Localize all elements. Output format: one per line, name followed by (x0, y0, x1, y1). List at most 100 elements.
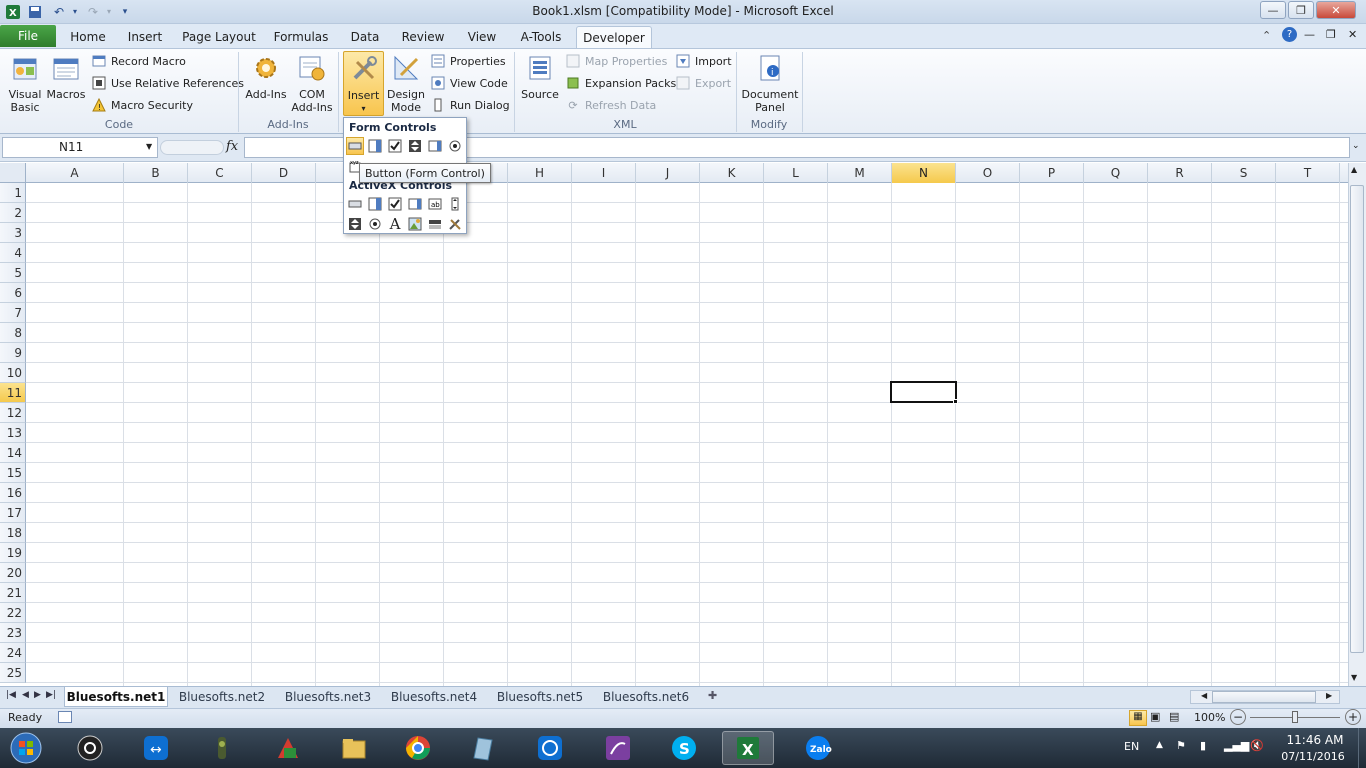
column-header[interactable]: L (764, 163, 828, 183)
flag-icon[interactable]: ⚑ (1176, 739, 1186, 752)
run-dialog-button[interactable]: Run Dialog (430, 96, 510, 114)
sheet-tab[interactable]: Bluesofts.net4 (386, 687, 482, 707)
help-icon[interactable]: ? (1282, 27, 1297, 42)
excel-taskbar-icon[interactable]: X (722, 731, 774, 765)
start-button[interactable] (4, 730, 48, 766)
column-header[interactable]: B (124, 163, 188, 183)
scroll-right-icon[interactable]: ▶ (1326, 691, 1332, 700)
row-header[interactable]: 8 (0, 323, 26, 343)
formula-bar-splitter[interactable] (160, 140, 224, 155)
next-sheet-icon[interactable]: ▶ (34, 690, 41, 700)
insert-worksheet-icon[interactable]: ✚ (708, 689, 726, 705)
column-header[interactable]: P (1020, 163, 1084, 183)
tab-formulas[interactable]: Formulas (270, 26, 332, 48)
zalo-icon[interactable]: Zalo (792, 731, 844, 765)
activex-image-icon[interactable] (406, 215, 424, 233)
row-header[interactable]: 14 (0, 443, 26, 463)
column-header[interactable]: K (700, 163, 764, 183)
language-indicator[interactable]: EN (1124, 740, 1139, 753)
row-header[interactable]: 23 (0, 623, 26, 643)
zoom-level[interactable]: 100% (1194, 711, 1225, 724)
row-header[interactable]: 1 (0, 183, 26, 203)
tab-view[interactable]: View (462, 26, 502, 48)
add-ins-button[interactable]: Add-Ins (244, 52, 288, 101)
activex-combo-box-icon[interactable] (366, 195, 384, 213)
sheet-tab[interactable]: Bluesofts.net2 (174, 687, 270, 707)
name-box-dropdown-icon[interactable]: ▼ (146, 142, 152, 151)
column-header[interactable]: N (892, 163, 956, 183)
winrar-icon[interactable] (262, 731, 314, 765)
design-mode-button[interactable]: Design Mode (386, 52, 426, 114)
tray-expand-icon[interactable]: ▲ (1156, 740, 1163, 750)
activex-option-button-icon[interactable] (366, 215, 384, 233)
select-all-button[interactable] (0, 163, 26, 183)
column-header[interactable]: I (572, 163, 636, 183)
doc-restore-button[interactable]: ❐ (1326, 28, 1336, 41)
zoom-out-button[interactable]: − (1230, 709, 1246, 725)
doc-minimize-button[interactable]: — (1304, 28, 1315, 41)
clock-date[interactable]: 07/11/2016 (1276, 750, 1350, 763)
row-header[interactable]: 6 (0, 283, 26, 303)
column-header[interactable]: C (188, 163, 252, 183)
column-header[interactable]: D (252, 163, 316, 183)
page-break-view-icon[interactable]: ▤ (1169, 710, 1179, 723)
column-header[interactable]: T (1276, 163, 1340, 183)
active-cell[interactable] (890, 381, 957, 403)
tab-data[interactable]: Data (346, 26, 384, 48)
export-button[interactable]: Export (675, 74, 731, 92)
onenote-icon[interactable] (592, 731, 644, 765)
column-header[interactable]: J (636, 163, 700, 183)
row-header[interactable]: 12 (0, 403, 26, 423)
row-header[interactable]: 5 (0, 263, 26, 283)
row-header[interactable]: 10 (0, 363, 26, 383)
record-macro-button[interactable]: Record Macro (91, 52, 186, 70)
network-icon[interactable]: ▂▄▆ (1224, 739, 1249, 752)
horizontal-scroll-thumb[interactable] (1212, 691, 1316, 703)
import-button[interactable]: Import (675, 52, 732, 70)
activex-toggle-button-icon[interactable] (426, 215, 444, 233)
show-desktop-button[interactable] (1358, 728, 1366, 768)
column-header[interactable]: A (26, 163, 124, 183)
row-header[interactable]: 15 (0, 463, 26, 483)
macro-record-icon[interactable] (58, 711, 72, 723)
refresh-data-button[interactable]: ⟳ Refresh Data (565, 96, 656, 114)
cell-grid[interactable] (26, 183, 1348, 686)
sheet-tab[interactable]: Bluesofts.net5 (492, 687, 588, 707)
row-header[interactable]: 11 (0, 383, 26, 403)
tab-developer[interactable]: Developer (576, 26, 652, 48)
use-relative-references-button[interactable]: Use Relative References (91, 74, 244, 92)
row-header[interactable]: 17 (0, 503, 26, 523)
row-header[interactable]: 7 (0, 303, 26, 323)
tab-page-layout[interactable]: Page Layout (182, 26, 256, 48)
scroll-up-icon[interactable]: ▲ (1351, 165, 1357, 174)
row-header[interactable]: 25 (0, 663, 26, 683)
doc-close-button[interactable]: ✕ (1348, 28, 1357, 41)
row-header[interactable]: 19 (0, 543, 26, 563)
activex-text-box-icon[interactable]: ab (426, 195, 444, 213)
com-add-ins-button[interactable]: COM Add-Ins (290, 52, 334, 114)
combo-box-icon[interactable] (366, 137, 384, 155)
vertical-scroll-thumb[interactable] (1350, 185, 1364, 653)
row-header[interactable]: 4 (0, 243, 26, 263)
more-controls-icon[interactable] (446, 215, 464, 233)
power-icon[interactable]: ▮ (1200, 739, 1206, 752)
activex-spin-button-icon[interactable] (346, 215, 364, 233)
zoom-in-button[interactable]: + (1345, 709, 1361, 725)
obs-icon[interactable] (64, 731, 116, 765)
map-properties-button[interactable]: Map Properties (565, 52, 667, 70)
option-button-icon[interactable] (446, 137, 464, 155)
name-box[interactable]: N11 (2, 137, 158, 158)
tab-insert[interactable]: Insert (122, 26, 168, 48)
chrome-icon[interactable] (392, 731, 444, 765)
spin-button-icon[interactable] (406, 137, 424, 155)
insert-function-icon[interactable]: fx (226, 139, 238, 154)
row-header[interactable]: 20 (0, 563, 26, 583)
page-layout-view-icon[interactable]: ▣ (1150, 710, 1160, 723)
view-code-button[interactable]: View Code (430, 74, 508, 92)
column-header[interactable]: M (828, 163, 892, 183)
macro-security-button[interactable]: ! Macro Security (91, 96, 193, 114)
activex-label-icon[interactable]: A (386, 215, 404, 233)
audio-app-icon[interactable] (196, 731, 248, 765)
tab-a-tools[interactable]: A-Tools (514, 26, 568, 48)
tab-home[interactable]: Home (66, 26, 110, 48)
